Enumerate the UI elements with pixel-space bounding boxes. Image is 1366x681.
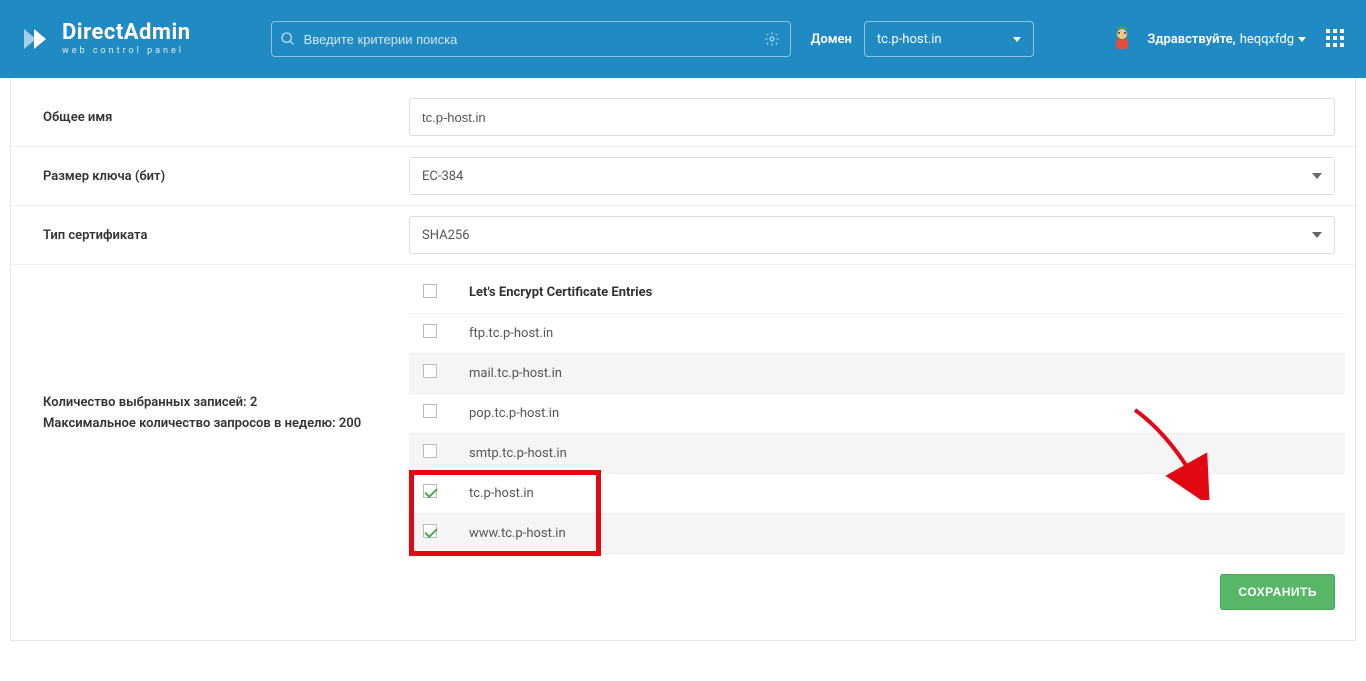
chevron-down-icon	[1298, 37, 1306, 42]
entry-name: pop.tc.p-host.in	[469, 393, 1345, 433]
entry-name: mail.tc.p-host.in	[469, 353, 1345, 393]
cert-type-label: Тип сертификата	[21, 228, 409, 243]
row-cert-type: Тип сертификата SHA256	[11, 206, 1355, 265]
search-box[interactable]	[271, 21, 791, 57]
row-key-size: Размер ключа (бит) EC-384	[11, 147, 1355, 206]
entry-checkbox[interactable]	[423, 484, 437, 498]
info-column: Количество выбранных записей: 2 Максимал…	[21, 273, 409, 554]
app-header: DirectAdmin web control panel Домен tc.p…	[0, 0, 1366, 78]
user-menu[interactable]: Здравствуйте, heqqxfdg	[1147, 32, 1306, 47]
chevron-down-icon	[1013, 37, 1021, 42]
entries-table-wrap: Let's Encrypt Certificate Entries ftp.tc…	[409, 273, 1345, 554]
domain-select[interactable]: tc.p-host.in	[864, 21, 1034, 57]
selected-count: Количество выбранных записей: 2	[43, 393, 409, 414]
entries-table: Let's Encrypt Certificate Entries ftp.tc…	[409, 273, 1345, 554]
table-row: mail.tc.p-host.in	[409, 353, 1345, 393]
entry-checkbox[interactable]	[423, 524, 437, 538]
key-size-label: Размер ключа (бит)	[21, 169, 409, 184]
cert-type-value: SHA256	[422, 228, 470, 243]
entry-name: smtp.tc.p-host.in	[469, 433, 1345, 473]
greeting-text: Здравствуйте,	[1147, 32, 1235, 47]
max-requests: Максимальное количество запросов в недел…	[43, 414, 409, 435]
logo-icon	[20, 23, 52, 55]
entry-checkbox[interactable]	[423, 364, 437, 378]
gear-icon	[764, 31, 780, 47]
table-row: www.tc.p-host.in	[409, 513, 1345, 553]
search-settings-button[interactable]	[762, 29, 782, 49]
logo[interactable]: DirectAdmin web control panel	[20, 22, 191, 56]
chevron-down-icon	[1312, 232, 1322, 238]
table-row: ftp.tc.p-host.in	[409, 313, 1345, 353]
table-row: pop.tc.p-host.in	[409, 393, 1345, 433]
table-row: smtp.tc.p-host.in	[409, 433, 1345, 473]
select-all-checkbox[interactable]	[423, 284, 437, 298]
logo-subtitle: web control panel	[62, 46, 191, 56]
entry-checkbox[interactable]	[423, 404, 437, 418]
domain-label: Домен	[811, 32, 852, 47]
chevron-down-icon	[1312, 173, 1322, 179]
common-name-input[interactable]	[409, 98, 1335, 136]
save-button[interactable]: СОХРАНИТЬ	[1220, 574, 1335, 610]
entry-name: tc.p-host.in	[469, 473, 1345, 513]
key-size-select[interactable]: EC-384	[409, 157, 1335, 195]
logo-title: DirectAdmin	[62, 22, 191, 44]
avatar	[1109, 26, 1135, 52]
apps-menu-button[interactable]	[1326, 29, 1346, 49]
key-size-value: EC-384	[422, 169, 463, 184]
entry-name: www.tc.p-host.in	[469, 513, 1345, 553]
entry-checkbox[interactable]	[423, 324, 437, 338]
entries-header: Let's Encrypt Certificate Entries	[469, 273, 1345, 313]
domain-selected-value: tc.p-host.in	[877, 32, 942, 47]
main-panel: Общее имя Размер ключа (бит) EC-384 Тип …	[10, 78, 1356, 641]
entry-name: ftp.tc.p-host.in	[469, 313, 1345, 353]
search-input[interactable]	[296, 32, 762, 47]
search-icon	[280, 31, 296, 47]
row-common-name: Общее имя	[11, 88, 1355, 147]
username: heqqxfdg	[1240, 32, 1294, 47]
table-row: tc.p-host.in	[409, 473, 1345, 513]
cert-type-select[interactable]: SHA256	[409, 216, 1335, 254]
entry-checkbox[interactable]	[423, 444, 437, 458]
common-name-label: Общее имя	[21, 110, 409, 125]
